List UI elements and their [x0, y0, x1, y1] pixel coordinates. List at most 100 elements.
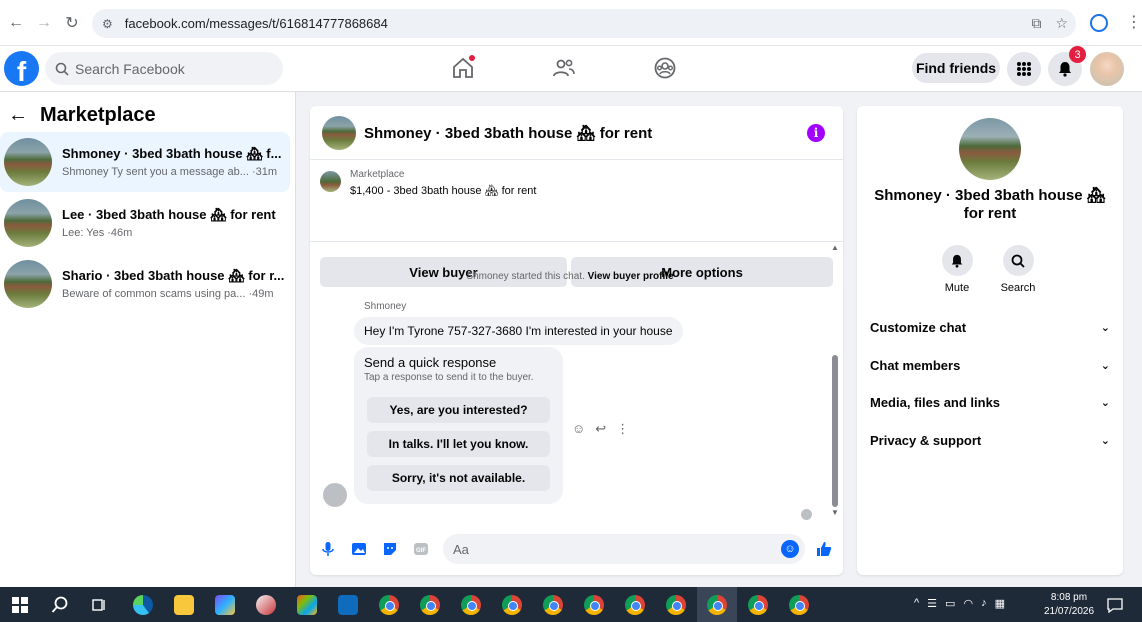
quick-response-button[interactable]: Sorry, it's not available.: [367, 465, 550, 491]
clock[interactable]: 8:08 pm 21/07/2026: [1040, 591, 1098, 619]
copilot-icon[interactable]: [215, 595, 235, 615]
quick-response-card: Send a quick response Tap a response to …: [354, 347, 563, 504]
keyboard-icon[interactable]: ▦: [995, 597, 1005, 610]
task-view-icon[interactable]: [91, 597, 107, 613]
time-text: 8:08 pm: [1050, 592, 1088, 603]
chrome-icon[interactable]: [461, 595, 481, 615]
gif-icon[interactable]: GIF: [412, 540, 430, 558]
back-icon[interactable]: ←: [4, 11, 28, 35]
wifi-icon[interactable]: ◠: [963, 597, 973, 610]
chat-title[interactable]: Shmoney · 3bed 3bath house 🏘 for rent: [364, 124, 652, 142]
account-avatar[interactable]: [1090, 52, 1124, 86]
conversation-item[interactable]: Lee · 3bed 3bath house 🏘 for rent Lee: Y…: [0, 193, 290, 253]
section-label: Customize chat: [870, 319, 967, 335]
chrome-icon[interactable]: [666, 595, 686, 615]
volume-icon[interactable]: ♪: [981, 597, 987, 610]
facebook-logo[interactable]: f: [4, 51, 39, 86]
sticker-icon[interactable]: [381, 540, 399, 558]
view-buyer-profile-link[interactable]: View buyer profile: [588, 271, 674, 282]
conversation-preview: Shmoney Ty sent you a message ab... ·31m: [62, 166, 278, 178]
forward-icon[interactable]: →: [32, 11, 56, 35]
svg-text:GIF: GIF: [416, 548, 426, 554]
conversation-title: Shmoney · 3bed 3bath house 🏘 f...: [62, 146, 282, 161]
sidebar-title: Marketplace: [40, 104, 156, 126]
menu-grid-button[interactable]: [1007, 52, 1041, 86]
section-label: Media, files and links: [870, 394, 1001, 410]
system-message: Shmoney started this chat. View buyer pr…: [310, 271, 830, 282]
bookmark-star-icon[interactable]: ☆: [1055, 15, 1068, 32]
chrome-icon[interactable]: [707, 595, 727, 615]
back-arrow-icon[interactable]: ←: [8, 104, 28, 127]
quick-response-button[interactable]: In talks. I'll let you know.: [367, 431, 550, 457]
privacy-support-section[interactable]: Privacy & support ⌄: [870, 430, 1110, 450]
conversation-item[interactable]: Shmoney · 3bed 3bath house 🏘 f... Shmone…: [0, 132, 290, 192]
address-bar[interactable]: ⚙ facebook.com/messages/t/61681477786868…: [92, 9, 1076, 38]
find-friends-button[interactable]: Find friends: [912, 53, 1000, 83]
info-icon[interactable]: i: [807, 124, 825, 142]
chrome-icon[interactable]: [543, 595, 563, 615]
listing-thumbnail[interactable]: [320, 171, 341, 192]
chat-avatar[interactable]: [322, 115, 356, 150]
search-placeholder: Search Facebook: [75, 60, 185, 77]
chrome-icon[interactable]: [789, 595, 809, 615]
notification-center-icon[interactable]: [1107, 597, 1123, 613]
outlook-icon[interactable]: [338, 595, 358, 615]
media-files-section[interactable]: Media, files and links ⌄: [870, 392, 1110, 412]
paint-icon[interactable]: [256, 595, 276, 615]
mute-button[interactable]: Mute: [937, 245, 977, 294]
conversation-item[interactable]: Shario · 3bed 3bath house 🏘 for r... Bew…: [0, 254, 290, 314]
more-icon[interactable]: ⋮: [616, 421, 629, 437]
details-avatar[interactable]: [959, 118, 1021, 180]
scroll-thumb[interactable]: [832, 355, 838, 507]
taskbar-search-icon[interactable]: [51, 596, 69, 614]
chevron-down-icon: ⌄: [1100, 396, 1110, 409]
chrome-icon[interactable]: [379, 595, 399, 615]
network-icon[interactable]: ☰: [927, 597, 937, 610]
battery-icon[interactable]: ▭: [945, 597, 955, 610]
store-icon[interactable]: [297, 595, 317, 615]
like-icon[interactable]: [815, 540, 833, 558]
notification-badge: 3: [1069, 46, 1086, 63]
chrome-icon[interactable]: [584, 595, 604, 615]
microphone-icon[interactable]: [319, 540, 337, 558]
reply-icon[interactable]: ↩: [595, 421, 606, 437]
marketplace-sidebar: ← Marketplace Shmoney · 3bed 3bath house…: [0, 92, 296, 587]
friends-icon[interactable]: [552, 56, 576, 80]
edge-icon[interactable]: [133, 595, 153, 615]
thread-scrollbar[interactable]: ▲ ▼: [831, 243, 839, 518]
buyer-avatar[interactable]: [323, 483, 347, 507]
chrome-icon[interactable]: [625, 595, 645, 615]
chevron-up-icon[interactable]: ^: [914, 597, 919, 610]
file-explorer-icon[interactable]: [174, 595, 194, 615]
search-label: Search: [1000, 282, 1036, 294]
listing-price[interactable]: $1,400 - 3bed 3bath house 🏘 for rent: [350, 184, 536, 197]
facebook-header: f Search Facebook Find friends: [0, 46, 1142, 92]
conversation-title: Shario · 3bed 3bath house 🏘 for r...: [62, 268, 285, 283]
customize-chat-section[interactable]: Customize chat ⌄: [870, 317, 1110, 337]
browser-menu-icon[interactable]: ⋮: [1126, 12, 1142, 32]
quick-response-button[interactable]: Yes, are you interested?: [367, 397, 550, 423]
message-bubble[interactable]: Hey I'm Tyrone 757-327-3680 I'm interest…: [354, 317, 683, 345]
section-label: Privacy & support: [870, 432, 982, 448]
photo-icon[interactable]: [350, 540, 368, 558]
chrome-icon[interactable]: [420, 595, 440, 615]
react-icon[interactable]: ☺: [572, 421, 585, 437]
chevron-down-icon: ⌄: [1100, 434, 1110, 447]
message-input[interactable]: Aa: [443, 534, 805, 564]
scroll-down-icon[interactable]: ▼: [831, 508, 839, 517]
emoji-icon[interactable]: ☺: [781, 540, 799, 558]
browser-profile-icon[interactable]: [1090, 14, 1108, 32]
windows-start-icon[interactable]: [12, 597, 28, 613]
chrome-icon[interactable]: [502, 595, 522, 615]
search-input[interactable]: Search Facebook: [45, 52, 283, 85]
install-icon[interactable]: ⧉: [1031, 15, 1041, 32]
chrome-icon[interactable]: [748, 595, 768, 615]
search-chat-button[interactable]: Search: [998, 245, 1038, 294]
reload-icon[interactable]: ↻: [60, 11, 84, 35]
chat-members-section[interactable]: Chat members ⌄: [870, 355, 1110, 375]
scroll-up-icon[interactable]: ▲: [831, 243, 839, 252]
groups-icon[interactable]: [653, 56, 677, 80]
message-input-placeholder: Aa: [453, 541, 469, 557]
conversation-preview: Lee: Yes ·46m: [62, 227, 133, 239]
site-settings-icon[interactable]: ⚙: [102, 17, 113, 31]
